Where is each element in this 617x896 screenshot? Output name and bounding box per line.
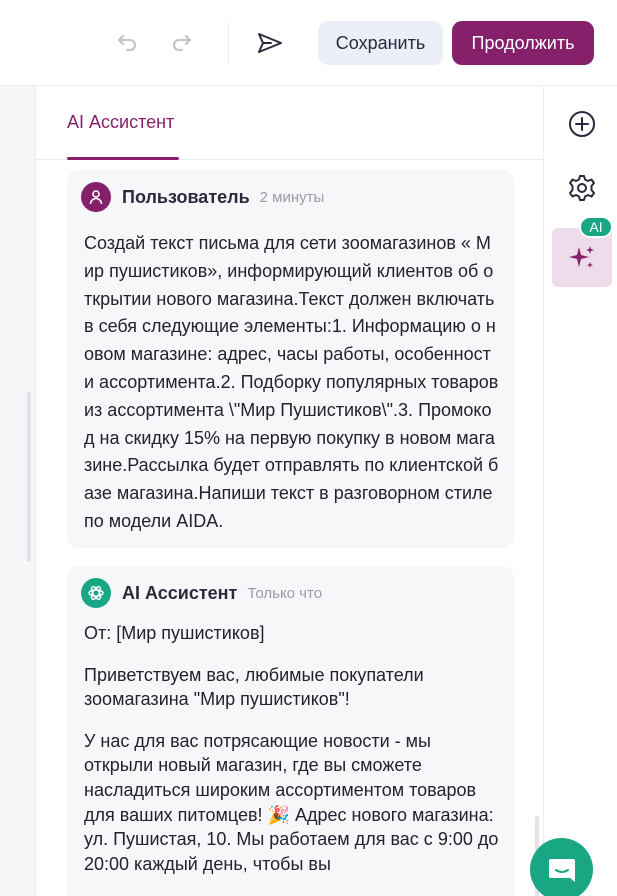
message-header: Пользователь 2 минуты — [81, 182, 324, 212]
chat-support-button[interactable] — [530, 838, 593, 896]
gear-icon[interactable] — [568, 174, 596, 202]
ai-avatar — [81, 578, 111, 608]
ai-badge: AI — [579, 216, 613, 238]
message-text: Создай текст письма для сети зоомагазино… — [84, 233, 499, 531]
right-rail: AI — [544, 86, 617, 896]
redo-icon[interactable] — [169, 30, 195, 56]
message-author: Пользователь — [122, 186, 250, 207]
top-toolbar: Сохранить Продолжить — [0, 0, 617, 86]
message-author: AI Ассистент — [122, 582, 238, 603]
tab-active-indicator — [67, 157, 179, 160]
chat-icon — [548, 858, 575, 882]
message-time: 2 минуты — [259, 188, 325, 206]
message-paragraph: Приветствуем вас, любимые покупатели зоо… — [84, 664, 424, 710]
user-message: Пользователь 2 минуты Создай текст письм… — [67, 170, 514, 548]
message-header: AI Ассистент Только что — [81, 578, 322, 608]
continue-button[interactable]: Продолжить — [452, 21, 594, 65]
send-icon[interactable] — [257, 30, 283, 56]
tab-bar: AI Ассистент — [36, 86, 543, 160]
message-paragraph: От: [Мир пушистиков] — [84, 623, 265, 643]
undo-icon[interactable] — [114, 30, 140, 56]
message-text: От: [Мир пушистиков] Приветствуем вас, л… — [84, 621, 500, 893]
user-icon — [89, 190, 103, 205]
sparkles-icon — [569, 245, 594, 268]
user-avatar — [81, 182, 111, 212]
message-time: Только что — [247, 584, 323, 602]
left-scrollbar[interactable] — [27, 392, 31, 562]
assistant-panel: AI Ассистент Пользователь 2 минуты Созда… — [36, 86, 544, 896]
ai-message: AI Ассистент Только что От: [Мир пушисти… — [67, 566, 514, 896]
message-paragraph: У нас для вас потрясающие новости - мы о… — [84, 730, 499, 874]
tab-ai-assistant[interactable]: AI Ассистент — [67, 112, 174, 133]
toolbar-divider — [228, 22, 229, 64]
save-button[interactable]: Сохранить — [318, 21, 443, 65]
openai-icon — [88, 586, 104, 600]
plus-circle-icon[interactable] — [568, 110, 596, 138]
